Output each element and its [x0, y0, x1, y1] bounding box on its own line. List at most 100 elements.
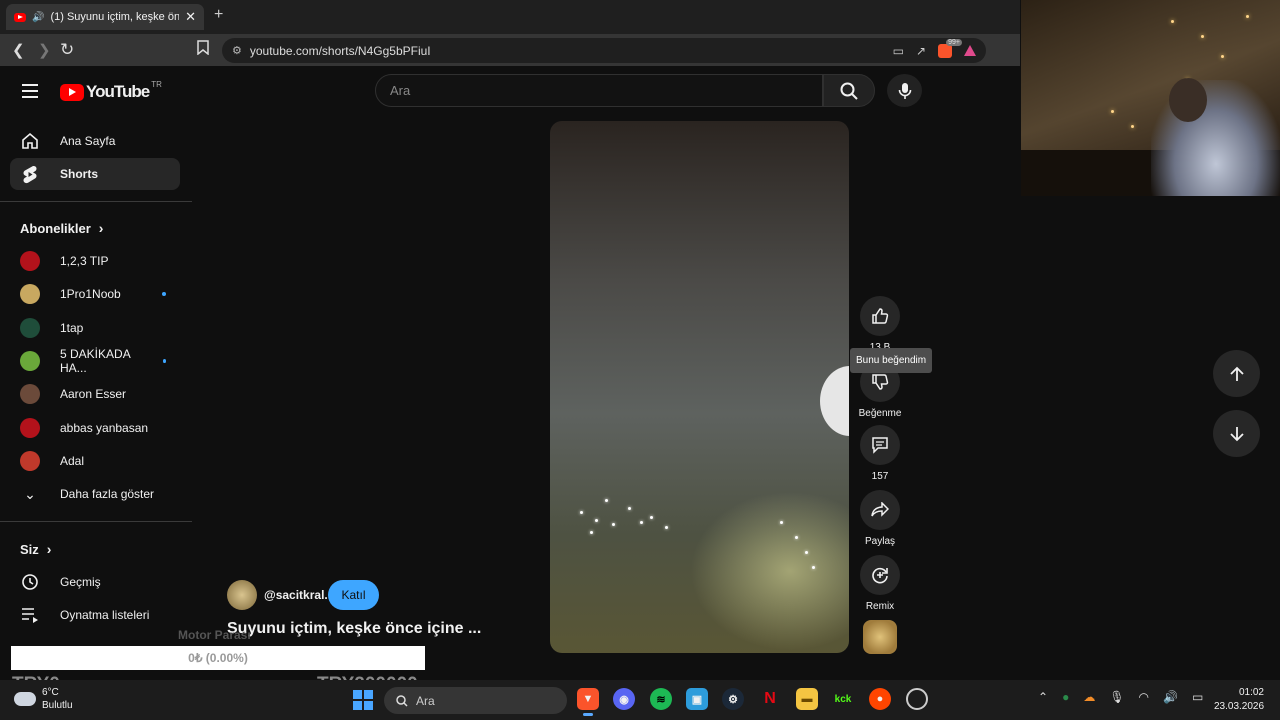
sidebar-item-shorts[interactable]: Shorts: [10, 158, 180, 190]
browser-tab[interactable]: 🔊 (1) Suyunu içtim, keşke önce i ✕: [6, 4, 204, 30]
sidebar-item-label: Geçmiş: [60, 575, 101, 589]
comment-action[interactable]: 157: [856, 425, 904, 482]
weather-desc: Bulutlu: [42, 700, 73, 711]
donation-goal-label: Motor Parası: [178, 628, 251, 642]
cloud-sync-icon[interactable]: ☁: [1083, 690, 1095, 704]
sidebar-item-label: Ana Sayfa: [60, 134, 116, 148]
youtube-logo[interactable]: YouTube TR: [60, 79, 162, 102]
file-explorer-icon[interactable]: ▬: [796, 688, 818, 710]
brave-browser-icon[interactable]: ▼: [577, 688, 599, 716]
next-short-button[interactable]: [1213, 410, 1260, 457]
sidebar-item-subscription[interactable]: 1tap: [10, 312, 180, 344]
chevron-up-icon[interactable]: ⌃: [1038, 690, 1048, 704]
share-action[interactable]: Paylaş: [856, 490, 904, 547]
short-video-player[interactable]: [550, 121, 849, 653]
comment-count: 157: [871, 471, 889, 482]
thumbs-down-icon: [872, 374, 889, 390]
brave-shield-icon[interactable]: 99+: [938, 38, 962, 58]
donation-goal-bar: 0₺ (0.00%): [11, 646, 425, 670]
site-info-icon[interactable]: ⚙: [232, 44, 242, 57]
sound-thumbnail[interactable]: [863, 620, 897, 654]
tray-app-icon[interactable]: ●: [1062, 690, 1069, 704]
spotify-icon[interactable]: ≋: [650, 688, 672, 710]
join-button[interactable]: Katıl: [328, 580, 379, 610]
like-tooltip: Bunu beğendim: [850, 348, 933, 373]
sidebar-item-label: 1tap: [60, 321, 84, 335]
close-tab-icon[interactable]: ✕: [185, 9, 196, 25]
subscriptions-title[interactable]: Abonelikler ›: [20, 220, 103, 236]
battery-icon[interactable]: ▭: [1192, 690, 1203, 704]
channel-name[interactable]: @sacitkral.: [264, 588, 328, 602]
store-icon[interactable]: ▣: [686, 688, 708, 710]
back-button[interactable]: ❮: [12, 41, 25, 59]
cast-icon[interactable]: ▭: [893, 44, 904, 58]
youtube-play-icon: [60, 83, 84, 101]
sidebar-item-history[interactable]: Geçmiş: [10, 566, 180, 598]
share-page-icon[interactable]: ↗: [916, 44, 926, 58]
reddit-icon[interactable]: ●: [869, 688, 891, 710]
thumbs-up-icon: [872, 308, 889, 324]
obs-icon[interactable]: [906, 688, 928, 710]
country-code: TR: [151, 79, 162, 89]
weather-widget[interactable]: 6°C Bulutlu: [14, 686, 73, 712]
weather-temp: 6°C: [42, 687, 59, 698]
tab-title: (1) Suyunu içtim, keşke önce i: [50, 11, 180, 23]
menu-icon[interactable]: [22, 84, 38, 102]
sidebar-item-subscription[interactable]: 1Pro1Noob: [10, 278, 180, 310]
sidebar-item-subscription[interactable]: Adal: [10, 445, 180, 477]
sidebar-item-subscription[interactable]: abbas yanbasan: [10, 412, 180, 444]
forward-button[interactable]: ❯: [38, 41, 51, 59]
microphone-tray-icon[interactable]: 🎙: [1109, 690, 1124, 704]
clock[interactable]: 01:02 23.03.2026: [1214, 686, 1264, 714]
sidebar-item-playlists[interactable]: Oynatma listeleri: [10, 599, 180, 631]
previous-short-button[interactable]: [1213, 350, 1260, 397]
discord-icon[interactable]: ◉: [613, 688, 635, 710]
remix-action[interactable]: Remix: [856, 555, 904, 612]
mic-icon: [898, 82, 911, 99]
taskbar-search-label: Ara: [416, 693, 435, 708]
you-section-title[interactable]: Siz ›: [20, 541, 51, 557]
sidebar-item-label: 1,2,3 TIP: [60, 254, 109, 268]
like-action[interactable]: 13 B: [856, 296, 904, 353]
sidebar-item-label: 5 DAKİKADA HA...: [60, 347, 131, 375]
chevron-right-icon: ›: [98, 220, 104, 236]
kick-icon[interactable]: kck: [832, 688, 854, 710]
arrow-down-icon: [1229, 426, 1244, 441]
dislike-label: Beğenme: [858, 408, 902, 419]
search-button[interactable]: [823, 74, 875, 107]
show-more-button[interactable]: ⌄ Daha fazla göster: [10, 478, 180, 510]
sidebar-item-subscription[interactable]: 5 DAKİKADA HA...: [10, 345, 180, 377]
avatar: [20, 251, 40, 271]
netflix-icon[interactable]: N: [759, 688, 781, 710]
subscriptions-title-label: Abonelikler: [20, 220, 91, 236]
sidebar-item-label: Shorts: [60, 167, 99, 181]
volume-icon[interactable]: 🔊: [1163, 690, 1178, 704]
chevron-right-icon: ›: [46, 541, 52, 557]
brave-rewards-icon[interactable]: [964, 45, 976, 56]
you-title-label: Siz: [20, 541, 39, 557]
short-title[interactable]: Suyunu içtim, keşke önce içine ...: [227, 620, 481, 638]
speaker-icon[interactable]: 🔊: [32, 12, 44, 23]
start-button[interactable]: [353, 690, 373, 710]
share-button[interactable]: [860, 490, 900, 530]
comment-button[interactable]: [860, 425, 900, 465]
reload-button[interactable]: ↻: [60, 40, 74, 60]
avatar: [20, 418, 40, 438]
taskbar-search[interactable]: Ara: [384, 687, 567, 714]
url-field[interactable]: ⚙ youtube.com/shorts/N4Gg5bPFiuI ▭ ↗ 99+: [222, 38, 986, 63]
wifi-icon[interactable]: ◠: [1139, 690, 1149, 704]
sidebar-item-subscription[interactable]: Aaron Esser: [10, 378, 180, 410]
bookmark-icon[interactable]: [197, 40, 209, 59]
playlist-icon: [20, 605, 40, 625]
sidebar-item-home[interactable]: Ana Sayfa: [10, 125, 180, 157]
voice-search-button[interactable]: [887, 74, 922, 107]
avatar: [20, 451, 40, 471]
remix-button[interactable]: [860, 555, 900, 595]
new-tab-button[interactable]: +: [214, 6, 223, 24]
channel-avatar[interactable]: [227, 580, 257, 610]
steam-icon[interactable]: ⚙: [722, 688, 744, 710]
like-button[interactable]: [860, 296, 900, 336]
sidebar-item-subscription[interactable]: 1,2,3 TIP: [10, 245, 180, 277]
youtube-favicon-icon: [14, 12, 26, 22]
search-input[interactable]: Ara: [375, 74, 823, 107]
